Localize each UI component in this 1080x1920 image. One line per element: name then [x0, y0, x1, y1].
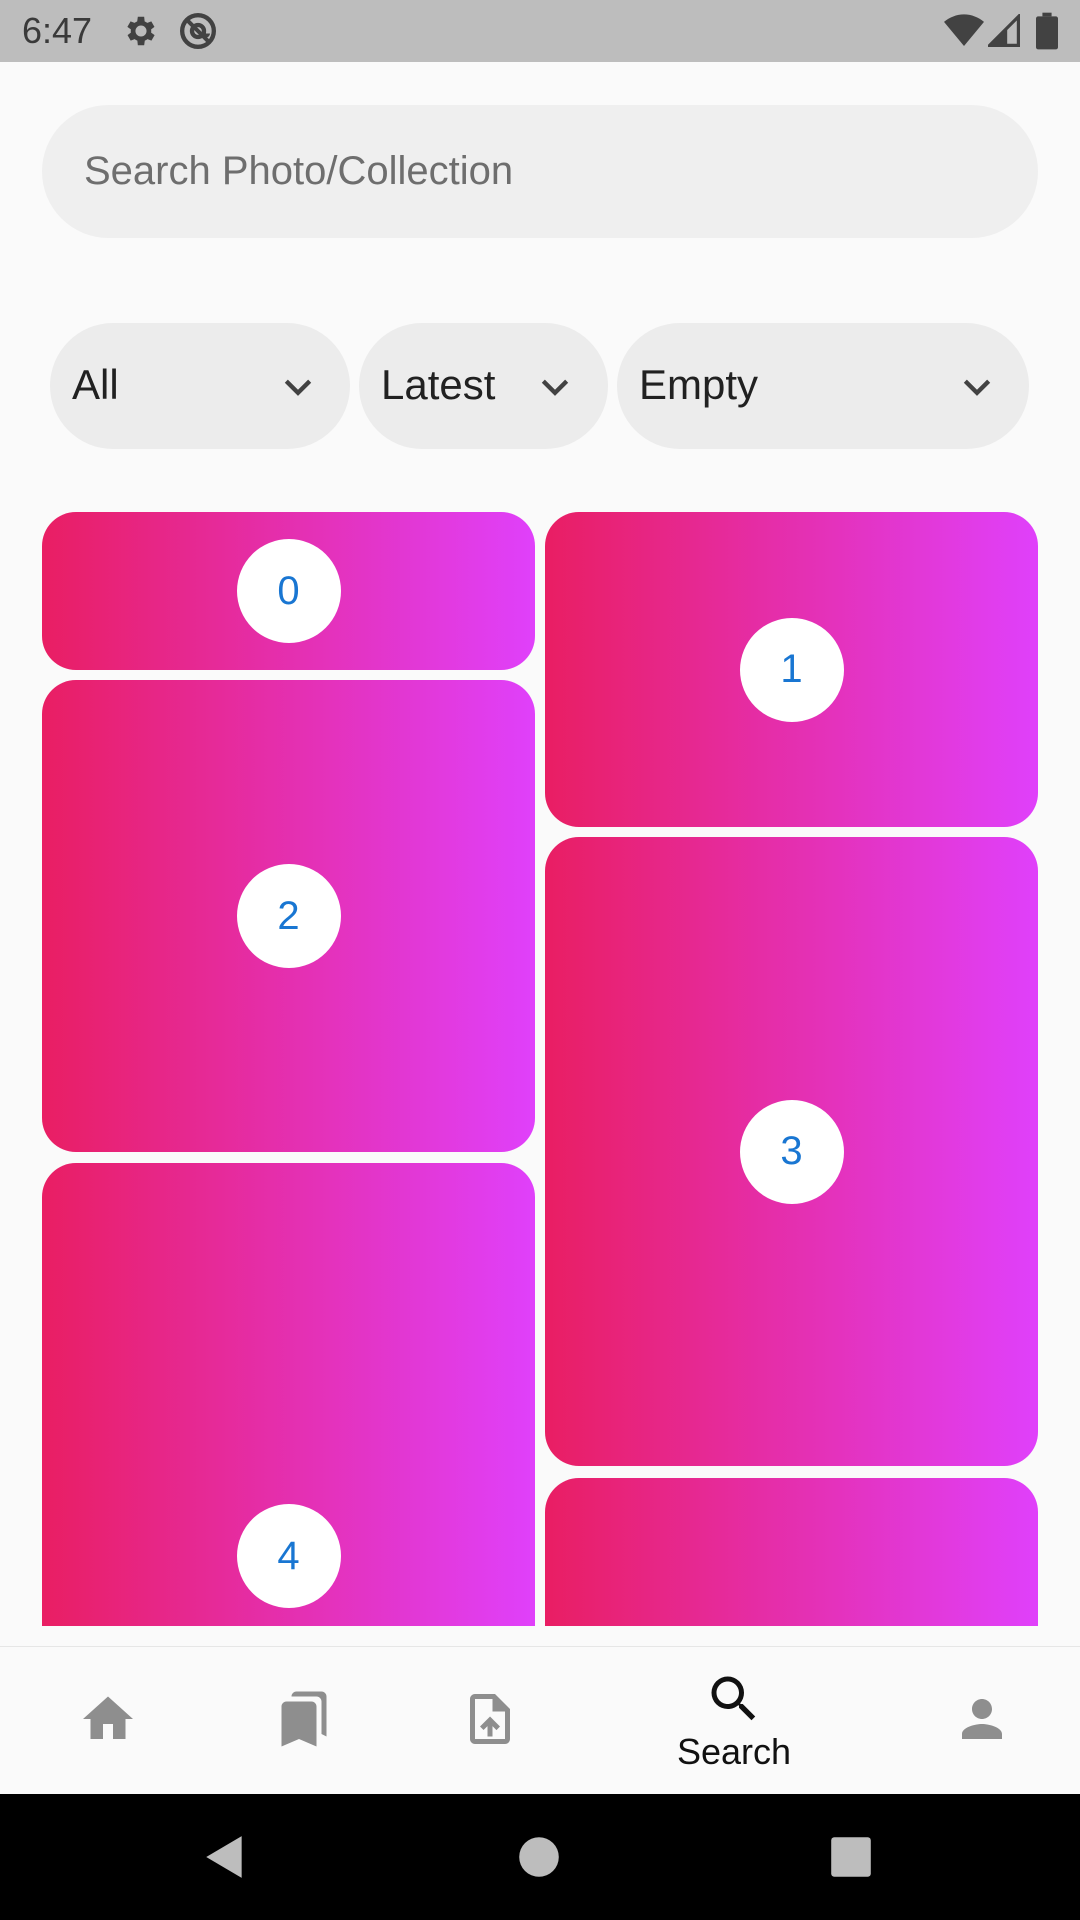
search-bar[interactable]: [42, 105, 1038, 238]
grid-tile-5[interactable]: [545, 1478, 1038, 1626]
category-dropdown-value: All: [72, 361, 119, 408]
photo-grid[interactable]: 0 1 2 3 4: [0, 500, 1080, 1626]
tile-number-badge: 1: [739, 617, 844, 722]
wifi-icon: [944, 14, 984, 47]
sort-dropdown-value: Latest: [381, 361, 496, 408]
bookmarks-icon: [281, 1691, 327, 1747]
nav-search-label: Search: [676, 1731, 792, 1772]
chevron-down-icon: [963, 379, 991, 396]
home-circle-icon[interactable]: [514, 1832, 564, 1882]
collection-dropdown-value: Empty: [639, 361, 759, 408]
sort-dropdown[interactable]: Latest: [359, 323, 608, 449]
nav-upload[interactable]: [382, 1647, 598, 1795]
grid-tile-0[interactable]: 0: [42, 512, 535, 670]
tile-number-badge: 4: [236, 1504, 341, 1608]
settings-gear-icon: [127, 16, 155, 46]
collection-dropdown[interactable]: Empty: [617, 323, 1029, 449]
tile-number-badge: 3: [739, 1099, 844, 1204]
grid-tile-1[interactable]: 1: [545, 512, 1038, 827]
system-navigation-bar: [0, 1794, 1080, 1920]
grid-tile-3[interactable]: 3: [545, 837, 1038, 1466]
at-sign-icon: [180, 13, 216, 49]
person-icon: [962, 1699, 1002, 1739]
grid-tile-4[interactable]: 4: [42, 1163, 535, 1626]
status-time: 6:47: [22, 10, 93, 51]
upload-file-icon: [470, 1694, 510, 1744]
nav-profile[interactable]: [874, 1647, 1080, 1795]
cell-signal-icon: [988, 14, 1020, 47]
battery-icon: [1036, 12, 1058, 50]
grid-tile-2[interactable]: 2: [42, 680, 535, 1152]
back-icon[interactable]: [200, 1832, 250, 1882]
status-bar: 6:47: [0, 0, 1080, 62]
search-icon: [711, 1676, 756, 1721]
category-dropdown[interactable]: All: [50, 323, 350, 449]
tile-number-badge: 0: [236, 539, 341, 643]
bottom-navigation-bar: Search: [0, 1646, 1080, 1794]
nav-bookmarks[interactable]: [196, 1647, 412, 1795]
home-icon: [83, 1696, 133, 1739]
nav-search[interactable]: Search: [626, 1647, 842, 1795]
tile-number-badge: 2: [236, 864, 341, 968]
search-input[interactable]: [84, 105, 984, 238]
chevron-down-icon: [541, 379, 569, 396]
nav-home[interactable]: [0, 1647, 216, 1795]
chevron-down-icon: [284, 379, 312, 396]
recents-icon[interactable]: [826, 1832, 876, 1882]
